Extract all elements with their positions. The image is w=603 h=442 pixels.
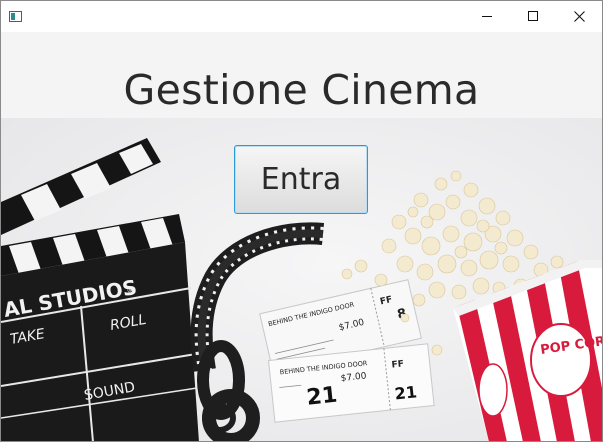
app-window-icon xyxy=(9,11,22,22)
maximize-icon xyxy=(527,11,538,21)
app-window: AL STUDIOS ® TAKE ROLL SOUND BEHIND THE … xyxy=(0,0,603,442)
title-bar[interactable] xyxy=(1,1,602,32)
main-content: AL STUDIOS ® TAKE ROLL SOUND BEHIND THE … xyxy=(1,32,602,441)
minimize-button[interactable] xyxy=(464,1,510,32)
ticket2-row-text: FF xyxy=(391,359,404,370)
minimize-icon xyxy=(481,16,492,17)
svg-text:®: ® xyxy=(126,286,137,297)
close-button[interactable] xyxy=(556,1,602,32)
maximize-button[interactable] xyxy=(510,1,556,32)
close-icon xyxy=(573,11,585,22)
ticket2-number-text: 21 xyxy=(394,382,418,403)
ticket-number-text: 21 xyxy=(305,383,338,411)
page-title: Gestione Cinema xyxy=(123,66,480,114)
enter-button[interactable]: Entra xyxy=(234,145,368,214)
